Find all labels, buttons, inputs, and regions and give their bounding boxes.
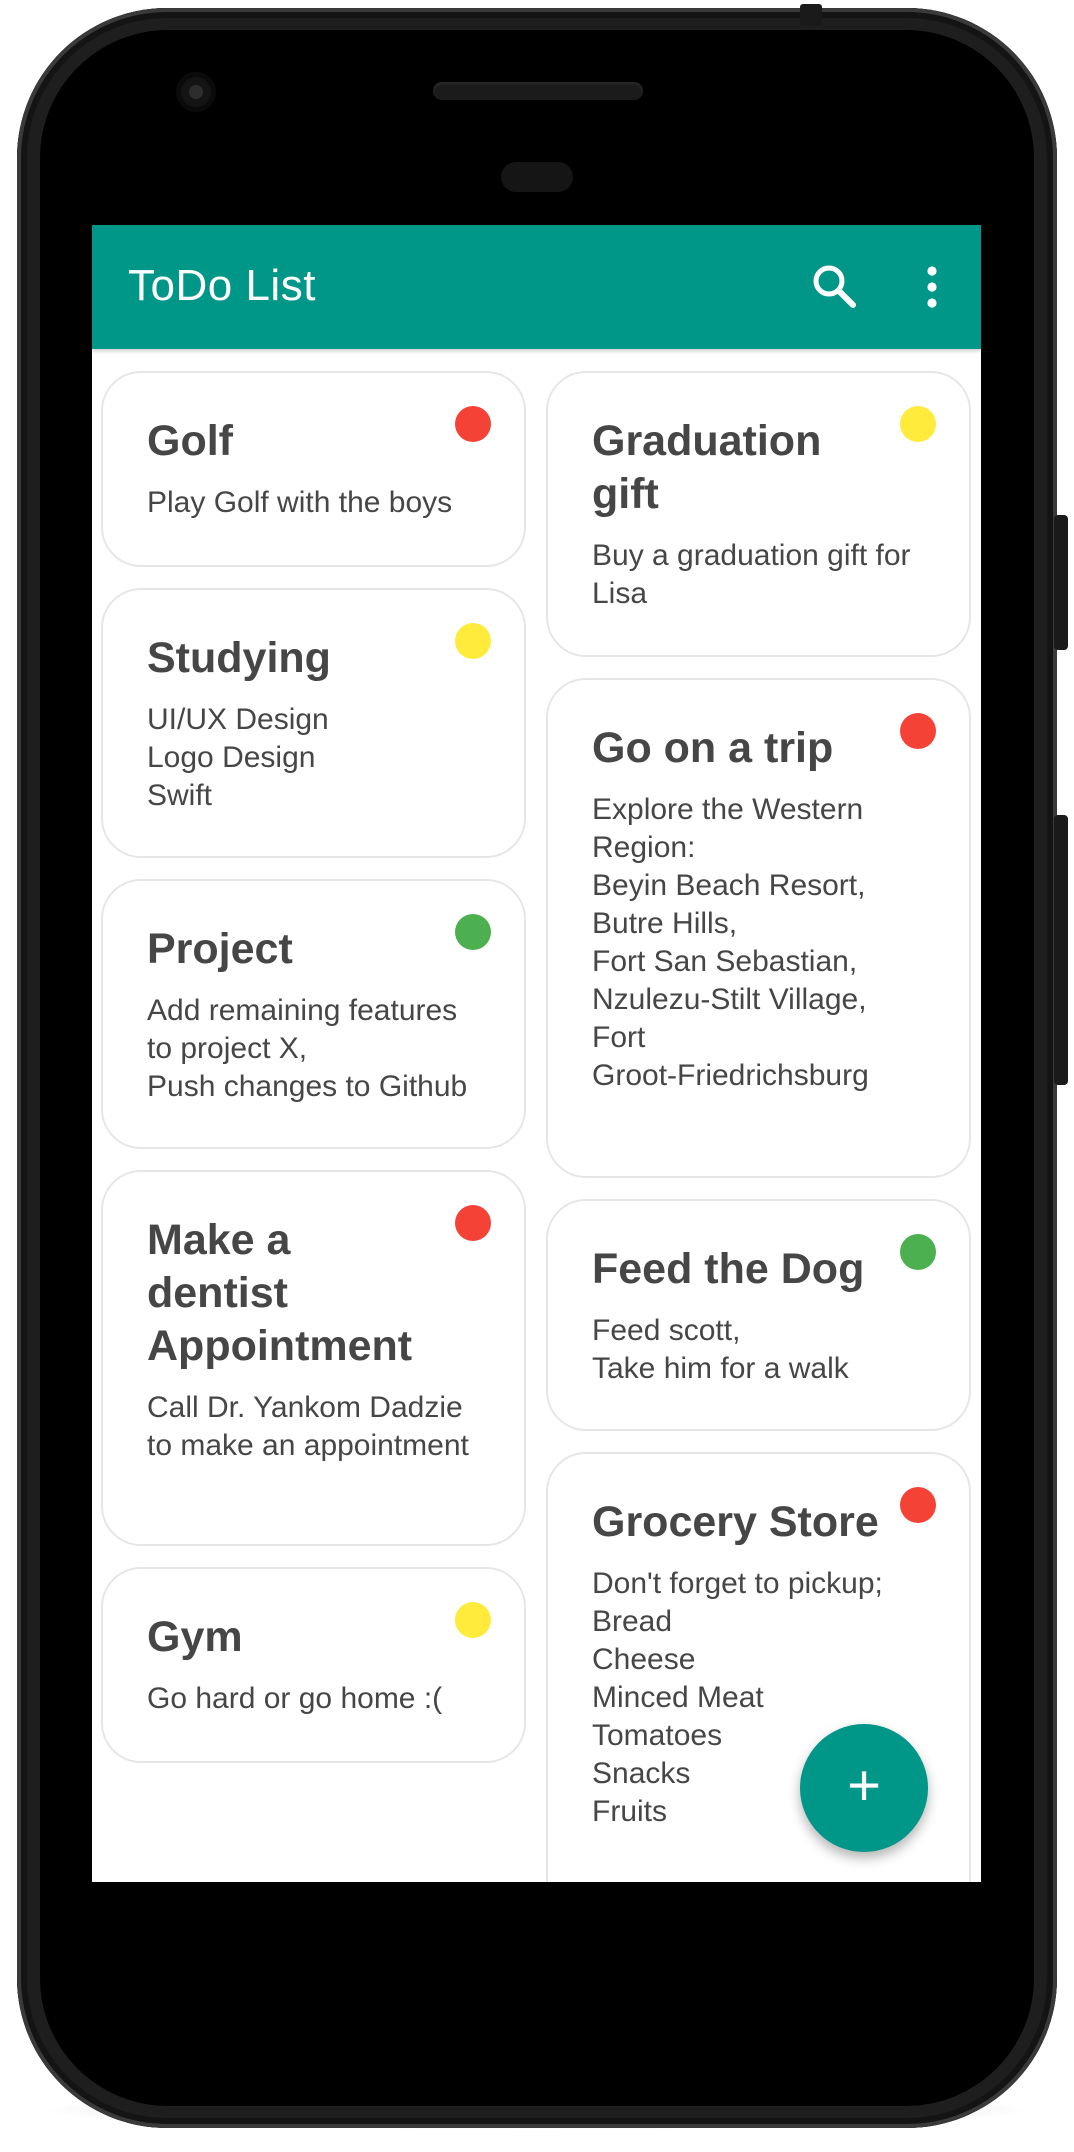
note-card[interactable]: Feed the Dog Feed scott, Take him for a … (546, 1199, 971, 1431)
note-card[interactable]: Make a dentist Appointment Call Dr. Yank… (101, 1170, 526, 1546)
app-screen: ToDo List Golf Play Golf with the boys S… (92, 225, 981, 1882)
note-body: UI/UX Design Logo Design Swift (147, 703, 329, 812)
earpiece-speaker (433, 82, 643, 100)
note-body: Play Golf with the boys (147, 486, 453, 519)
search-icon (813, 265, 856, 308)
note-title: Graduation gift (592, 417, 822, 518)
note-title: Feed the Dog (592, 1245, 865, 1293)
note-body: Explore the Western Region: Beyin Beach … (592, 793, 869, 1092)
note-card[interactable]: Project Add remaining features to projec… (101, 879, 526, 1149)
note-card[interactable]: Graduation gift Buy a graduation gift fo… (546, 371, 971, 657)
more-vert-icon (927, 266, 937, 308)
add-icon: + (847, 1753, 881, 1818)
note-body: Buy a graduation gift for Lisa (592, 539, 911, 610)
note-body: Call Dr. Yankom Dadzie to make an appoin… (147, 1391, 469, 1462)
priority-indicator (455, 1205, 491, 1241)
note-body: Feed scott, Take him for a walk (592, 1314, 849, 1385)
priority-indicator (455, 914, 491, 950)
note-card[interactable]: Gym Go hard or go home :( (101, 1567, 526, 1763)
note-card[interactable]: Studying UI/UX Design Logo Design Swift (101, 588, 526, 858)
notes-column-left: Golf Play Golf with the boys Studying UI… (101, 371, 526, 1784)
note-title: Studying (147, 634, 331, 682)
priority-indicator (900, 713, 936, 749)
proximity-sensor (501, 162, 573, 192)
front-camera (176, 72, 216, 112)
note-title: Grocery Store (592, 1498, 879, 1546)
priority-indicator (900, 1234, 936, 1270)
note-body: Add remaining features to project X, Pus… (147, 994, 468, 1103)
app-bar: ToDo List (92, 225, 981, 349)
power-button (1054, 515, 1068, 650)
note-title: Project (147, 925, 293, 973)
note-title: Gym (147, 1613, 243, 1661)
priority-indicator (455, 623, 491, 659)
notes-grid: Golf Play Golf with the boys Studying UI… (92, 349, 981, 1882)
note-title: Golf (147, 417, 233, 465)
volume-button (1054, 815, 1068, 1085)
note-title: Go on a trip (592, 724, 834, 772)
overflow-menu-button[interactable] (902, 257, 962, 317)
note-card[interactable]: Go on a trip Explore the Western Region:… (546, 678, 971, 1178)
note-body: Go hard or go home :( (147, 1682, 443, 1715)
top-button (800, 4, 822, 26)
priority-indicator (455, 1602, 491, 1638)
priority-indicator (900, 406, 936, 442)
search-button[interactable] (805, 257, 865, 317)
priority-indicator (900, 1487, 936, 1523)
priority-indicator (455, 406, 491, 442)
note-card[interactable]: Golf Play Golf with the boys (101, 371, 526, 567)
note-title: Make a dentist Appointment (147, 1216, 413, 1370)
app-title: ToDo List (128, 261, 316, 310)
notes-column-right: Graduation gift Buy a graduation gift fo… (546, 371, 971, 1882)
add-note-button[interactable]: + (800, 1724, 928, 1852)
